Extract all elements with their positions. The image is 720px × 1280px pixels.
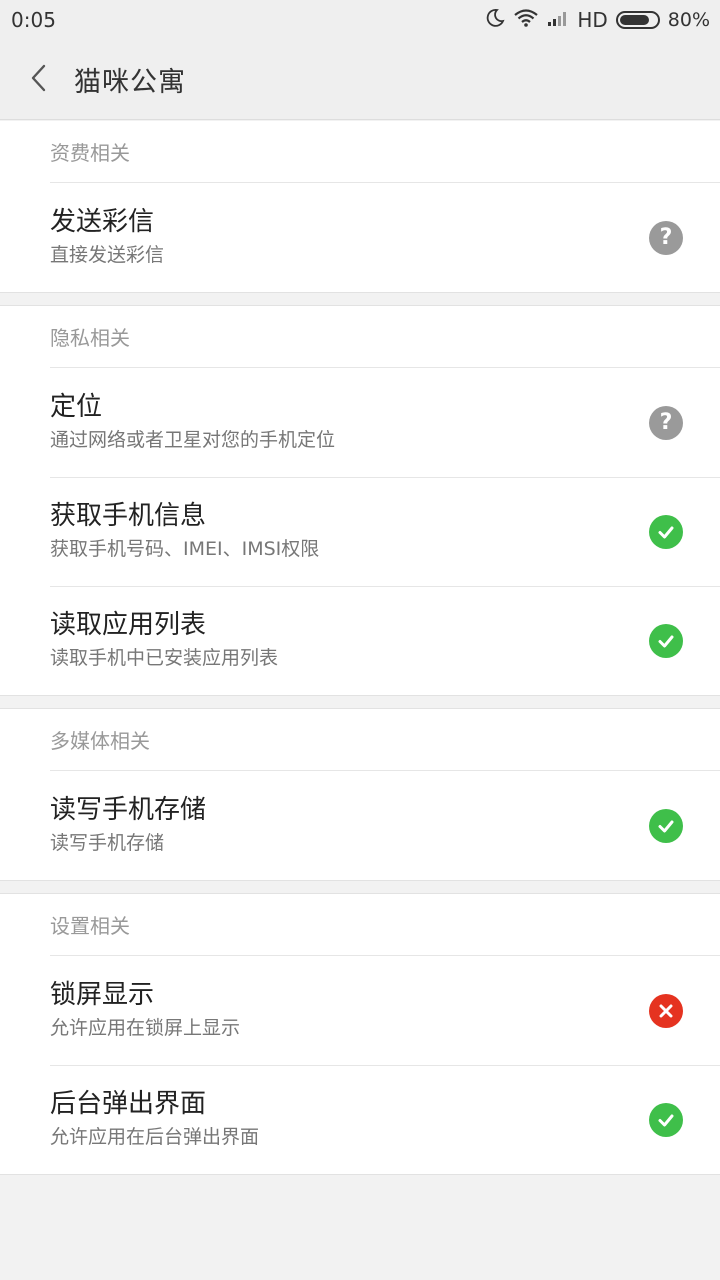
permission-title: 读取应用列表	[50, 610, 207, 640]
battery-percent: 80%	[667, 9, 710, 31]
back-button[interactable]	[4, 40, 74, 120]
battery-icon	[615, 11, 660, 29]
permission-description: 获取手机号码、IMEI、IMSI权限	[50, 538, 320, 560]
section-header: 资费相关	[50, 121, 720, 183]
signal-icon	[547, 9, 569, 31]
permission-list: 资费相关 发送彩信 直接发送彩信? 隐私相关 定位 通过网络或者卫星对您的手机定位? 获取手…	[0, 121, 720, 1175]
permission-section: 资费相关发送彩信直接发送彩信?	[0, 121, 720, 293]
network-label: HD	[577, 8, 608, 32]
permission-title: 发送彩信	[50, 206, 155, 237]
permission-item[interactable]: 读写手机存储 读写手机存储	[50, 771, 720, 880]
question-icon[interactable]: ?	[649, 220, 683, 255]
section-header: 多媒体相关	[50, 709, 720, 771]
section-header: 隐私相关	[50, 306, 720, 368]
permission-description: 直接发送彩信	[50, 243, 165, 266]
permission-title: 定位	[50, 391, 103, 422]
check-icon[interactable]	[649, 808, 683, 843]
permission-description: 通过网络或者卫星对您的手机定位	[50, 428, 336, 451]
question-icon[interactable]: ?	[649, 405, 683, 440]
check-icon[interactable]	[649, 515, 683, 549]
permission-section: 隐私相关 定位 通过网络或者卫星对您的手机定位? 获取手机信息 获取手机号码、IMEI、…	[0, 305, 720, 696]
section-header: 设置相关	[50, 894, 720, 956]
permission-title: 锁屏显示	[50, 979, 155, 1010]
permission-description: 允许应用在锁屏上显示	[50, 1016, 241, 1039]
permission-item[interactable]: 获取手机信息获取手机号码、IMEI、IMSI权限	[50, 477, 720, 586]
permission-title: 后台弹出界面	[50, 1089, 207, 1119]
status-bar: 0:05 HD 80%	[0, 0, 720, 40]
permission-item[interactable]: 后台弹出界面允许应用在后台弹出界面	[50, 1065, 720, 1174]
permission-description: 读写手机存储	[50, 831, 165, 854]
permission-description: 读取手机中已安装应用列表	[50, 647, 279, 669]
check-icon[interactable]	[649, 624, 683, 658]
wifi-icon	[513, 8, 539, 32]
page-title: 猫咪公寓	[74, 67, 186, 98]
title-bar: 猫咪公寓	[0, 40, 720, 120]
permission-title: 获取手机信息	[50, 501, 207, 531]
check-icon[interactable]	[649, 1103, 683, 1137]
permission-item[interactable]: 发送彩信直接发送彩信?	[50, 183, 720, 292]
cross-icon[interactable]	[649, 993, 683, 1028]
permission-item[interactable]: 定位通过网络或者卫星对您的手机定位?	[50, 368, 720, 477]
moon-icon	[485, 8, 505, 32]
status-time: 0:05	[11, 8, 56, 32]
permission-title: 读写手机存储	[50, 794, 207, 825]
permission-section: 多媒体相关 读写手机存储 读写手机存储	[0, 708, 720, 881]
permission-description: 允许应用在后台弹出界面	[50, 1126, 260, 1148]
permission-item[interactable]: 锁屏显示允许应用在锁屏上显示	[50, 956, 720, 1065]
permission-section: 设置相关锁屏显示允许应用在锁屏上显示后台弹出界面允许应用在后台弹出界面	[0, 893, 720, 1175]
chevron-left-icon	[29, 63, 49, 97]
permission-item[interactable]: 读取应用列表读取手机中已安装应用列表	[50, 586, 720, 695]
status-icons: HD 80%	[485, 8, 710, 32]
